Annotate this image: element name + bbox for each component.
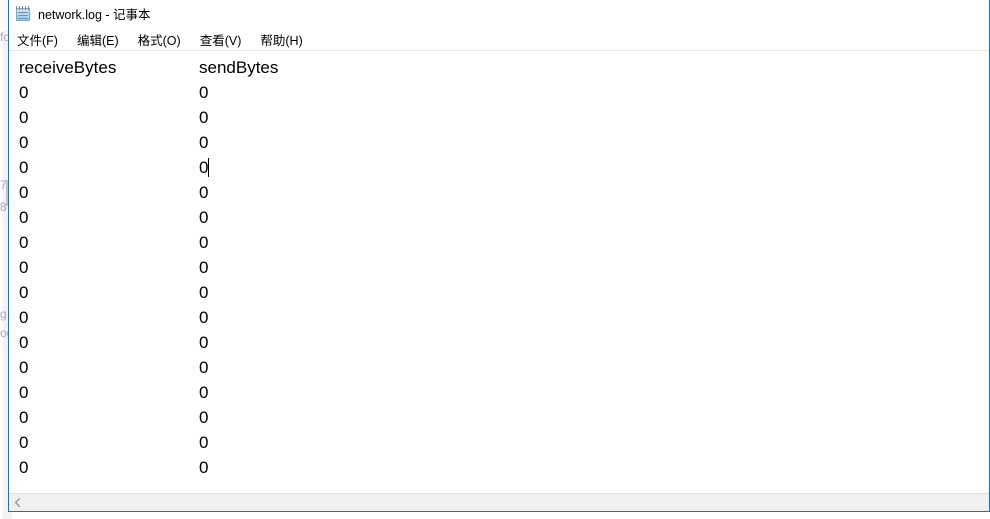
- cell-send-bytes: 0: [199, 258, 209, 277]
- text-line: 00: [19, 455, 989, 480]
- text-caret: [208, 158, 210, 177]
- cell-send-bytes: 0: [199, 358, 209, 377]
- cell-receive-bytes: 0: [19, 383, 29, 402]
- menu-file[interactable]: 文件(F): [17, 28, 68, 51]
- cell-send-bytes: 0: [199, 283, 209, 302]
- cell-receive-bytes: 0: [19, 183, 29, 202]
- cell-receive-bytes: 0: [19, 458, 29, 477]
- title-bar[interactable]: network.log - 记事本: [9, 0, 989, 28]
- cell-receive-bytes: 0: [19, 358, 29, 377]
- text-line: 00: [19, 155, 989, 180]
- cell-receive-bytes: 0: [19, 308, 29, 327]
- cell-send-bytes: 0: [199, 83, 209, 102]
- cell-send-bytes: 0: [199, 433, 209, 452]
- cell-receive-bytes: 0: [19, 133, 29, 152]
- text-line: 00: [19, 405, 989, 430]
- cell-receive-bytes: receiveBytes: [19, 58, 117, 77]
- background-text-fragment: g: [0, 307, 7, 321]
- text-line: 00: [19, 130, 989, 155]
- text-area-wrap: receiveBytes sendBytes 0 0 0 0 0 0 0 0 0 0 0 0 0 0 0 0 0 0 0…: [9, 51, 989, 493]
- text-line: 00: [19, 355, 989, 380]
- cell-receive-bytes: 0: [19, 433, 29, 452]
- text-line: 00: [19, 305, 989, 330]
- cell-send-bytes: 0: [199, 458, 209, 477]
- cell-send-bytes: 0: [199, 108, 209, 127]
- menu-format[interactable]: 格式(O): [138, 28, 191, 51]
- text-line: 00: [19, 180, 989, 205]
- cell-send-bytes: 0: [199, 383, 209, 402]
- menu-view[interactable]: 查看(V): [200, 28, 252, 51]
- cell-send-bytes: 0: [199, 208, 209, 227]
- menu-bar: 文件(F) 编辑(E) 格式(O) 查看(V) 帮助(H): [9, 28, 989, 51]
- cell-receive-bytes: 0: [19, 258, 29, 277]
- text-line: 00: [19, 105, 989, 130]
- cell-receive-bytes: 0: [19, 233, 29, 252]
- cell-send-bytes: 0: [199, 158, 209, 177]
- horizontal-scroll-track[interactable]: [26, 494, 989, 511]
- cell-receive-bytes: 0: [19, 333, 29, 352]
- cell-receive-bytes: 0: [19, 408, 29, 427]
- text-line: 00: [19, 380, 989, 405]
- text-editor[interactable]: receiveBytes sendBytes 0 0 0 0 0 0 0 0 0 0 0 0 0 0 0 0 0 0 0…: [9, 51, 989, 493]
- background-text-fragment: 8: [0, 200, 7, 214]
- cell-send-bytes: 0: [199, 183, 209, 202]
- cell-send-bytes: sendBytes: [199, 58, 279, 77]
- background-text-fragment: 7: [0, 178, 7, 192]
- cell-send-bytes: 0: [199, 408, 209, 427]
- cell-send-bytes: 0: [199, 233, 209, 252]
- text-line: 00: [19, 255, 989, 280]
- text-line: 00: [19, 430, 989, 455]
- window-title: network.log - 记事本: [38, 8, 151, 22]
- text-line: 00: [19, 205, 989, 230]
- cell-send-bytes: 0: [199, 333, 209, 352]
- cell-send-bytes: 0: [199, 133, 209, 152]
- cell-receive-bytes: 0: [19, 283, 29, 302]
- text-line: 00: [19, 230, 989, 255]
- cell-receive-bytes: 0: [19, 108, 29, 127]
- cell-receive-bytes: 0: [19, 83, 29, 102]
- notepad-window: network.log - 记事本 文件(F) 编辑(E) 格式(O) 查看(V…: [8, 0, 990, 512]
- text-line: 00: [19, 280, 989, 305]
- cell-receive-bytes: 0: [19, 208, 29, 227]
- menu-edit[interactable]: 编辑(E): [77, 28, 129, 51]
- cell-receive-bytes: 0: [19, 158, 29, 177]
- horizontal-scrollbar[interactable]: [9, 493, 989, 511]
- chevron-left-icon[interactable]: [9, 494, 26, 511]
- text-line: receiveBytes sendBytes: [19, 55, 989, 80]
- menu-help[interactable]: 帮助(H): [260, 28, 312, 51]
- text-line: 00: [19, 330, 989, 355]
- cell-send-bytes: 0: [199, 308, 209, 327]
- notepad-icon: [15, 5, 31, 22]
- text-line: 00: [19, 80, 989, 105]
